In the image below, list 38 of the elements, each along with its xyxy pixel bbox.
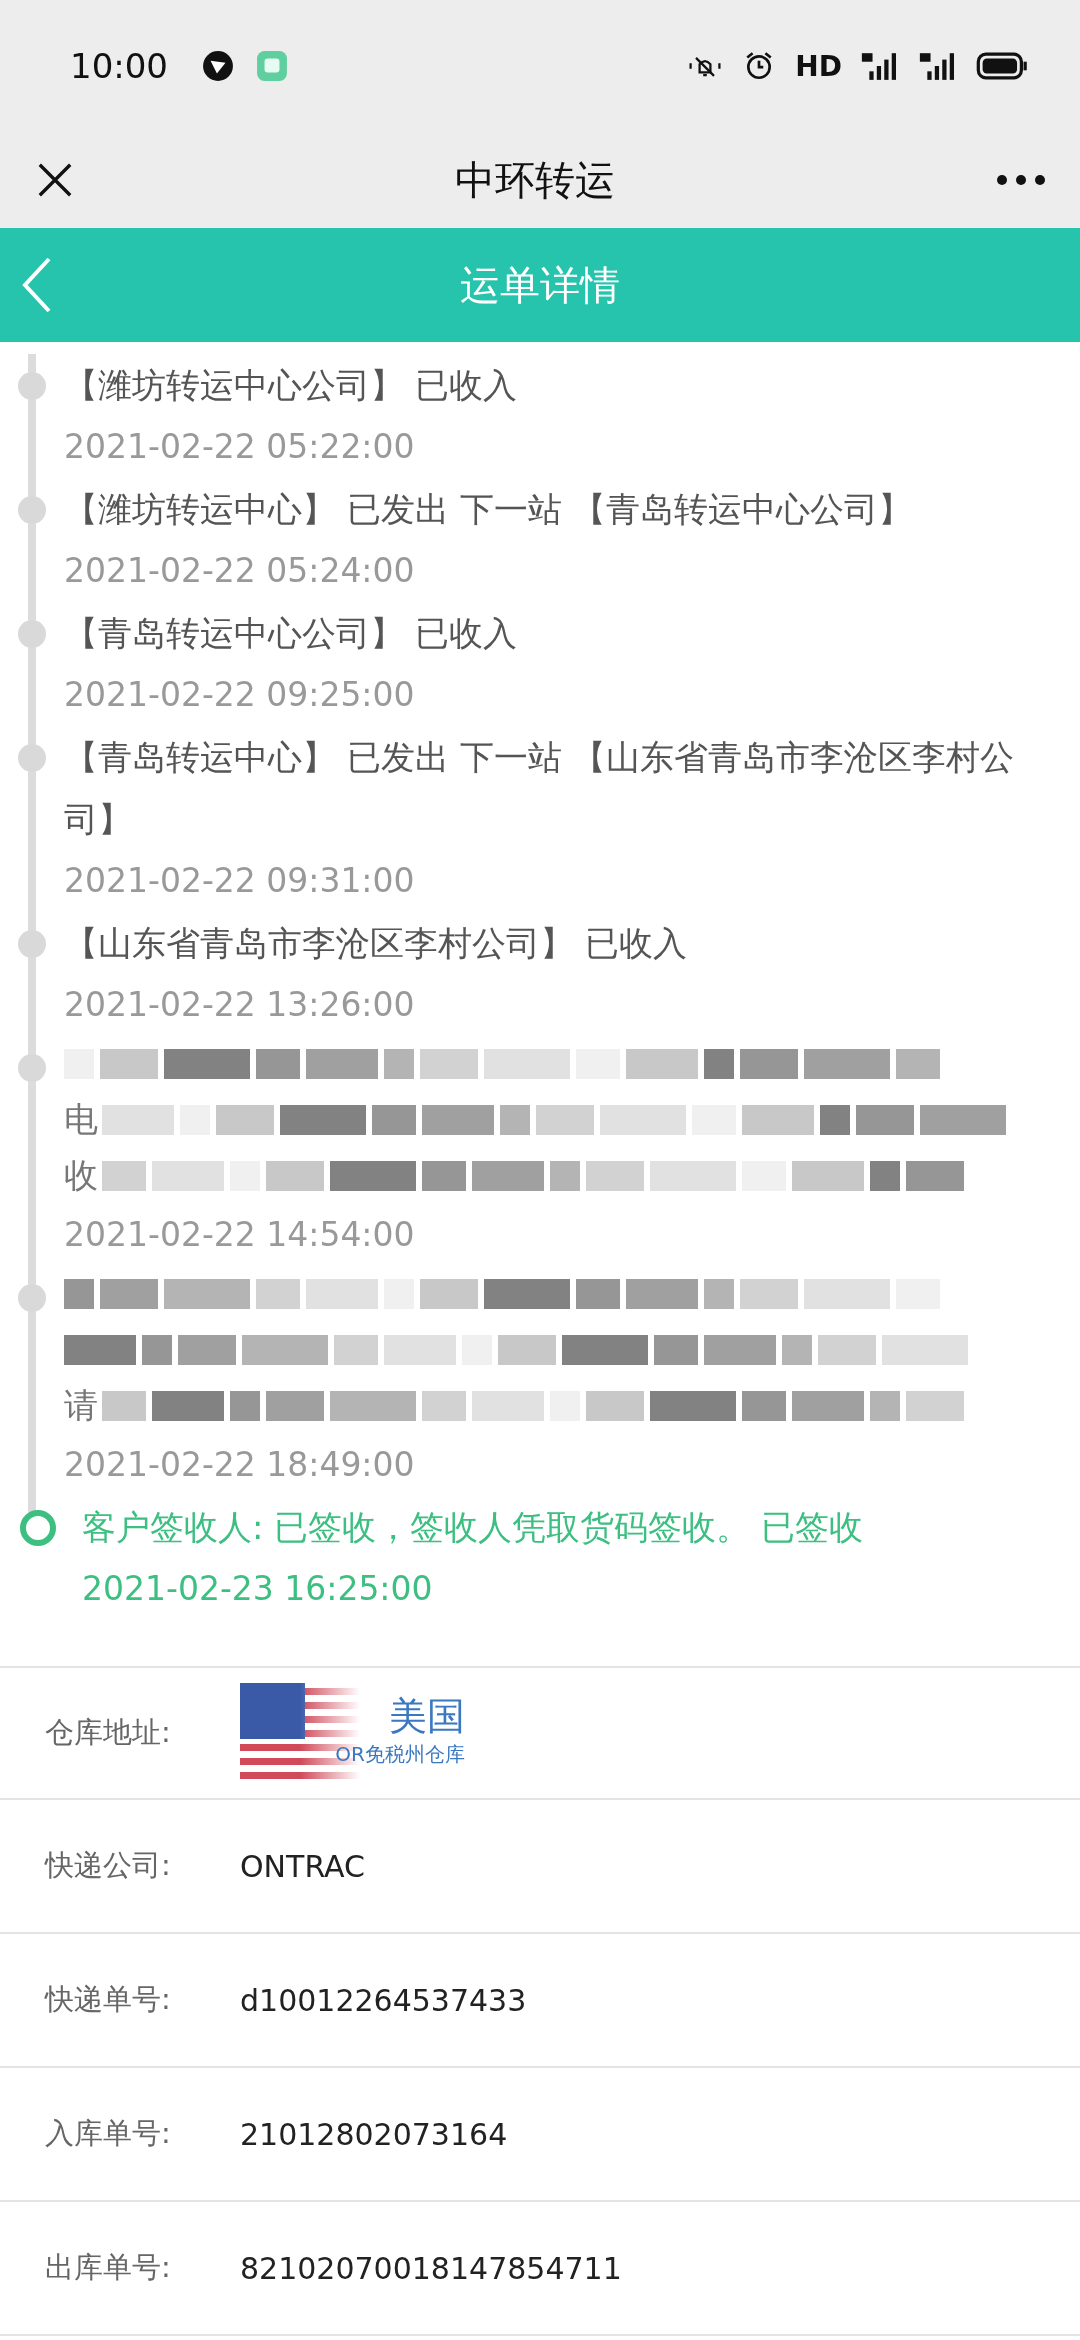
event-time: 2021-02-23 16:25:00 xyxy=(81,1568,434,1610)
event-text: 请 xyxy=(64,1384,99,1427)
event-text: 【山东省青岛市李沧区李村公司】 已收入 xyxy=(64,922,688,965)
app-icon xyxy=(200,50,236,82)
warehouse-subtitle: OR免税州仓库 xyxy=(335,1741,465,1768)
field-label: 出库单号: xyxy=(45,2249,172,2286)
event-time: 2021-02-22 18:49:00 xyxy=(64,1444,416,1486)
field-label: 快递单号: xyxy=(45,1981,172,2018)
field-value: d10012264537433 xyxy=(240,1982,527,2018)
field-value: 21012802073164 xyxy=(240,2116,508,2152)
event-text: 【潍坊转运中心公司】 已收入 xyxy=(64,364,518,407)
event-text: 【青岛转运中心公司】 已收入 xyxy=(64,612,518,655)
header-title: 运单详情 xyxy=(459,260,621,310)
field-label: 入库单号: xyxy=(45,2115,172,2152)
event-time: 2021-02-22 09:25:00 xyxy=(64,674,416,716)
network-label: HD xyxy=(795,49,842,83)
event-text: 【潍坊转运中心】 已发出 下一站 【青岛转运中心公司】 xyxy=(64,488,914,531)
field-value: ONTRAC xyxy=(240,1848,365,1884)
app-icon xyxy=(254,50,290,82)
event-time: 2021-02-22 09:31:00 xyxy=(64,860,416,902)
event-text: 电 xyxy=(64,1098,99,1141)
status-time: 10:00 xyxy=(70,46,168,86)
field-label: 快递公司: xyxy=(45,1847,172,1884)
battery-icon xyxy=(976,52,1028,80)
field-label: 仓库地址: xyxy=(45,1714,172,1751)
event-time: 2021-02-22 05:22:00 xyxy=(64,426,416,468)
field-value: 82102070018147854711 xyxy=(240,2250,622,2286)
event-text: 客户签收人: 已签收，签收人凭取货码签收。 已签收 xyxy=(81,1506,865,1549)
close-icon[interactable] xyxy=(36,161,74,199)
timeline-dot xyxy=(20,1510,56,1546)
page-title: 中环转运 xyxy=(455,155,615,205)
event-text: 收 xyxy=(64,1154,99,1197)
event-text: 【青岛转运中心】 已发出 下一站 【山东省青岛市李沧区李村公司】 xyxy=(64,736,1016,841)
warehouse-country: 美国 xyxy=(389,1693,465,1739)
event-time: 2021-02-22 13:26:00 xyxy=(64,984,416,1026)
event-time: 2021-02-22 14:54:00 xyxy=(64,1214,416,1256)
more-icon[interactable] xyxy=(996,174,1046,186)
event-time: 2021-02-22 05:24:00 xyxy=(64,550,416,592)
